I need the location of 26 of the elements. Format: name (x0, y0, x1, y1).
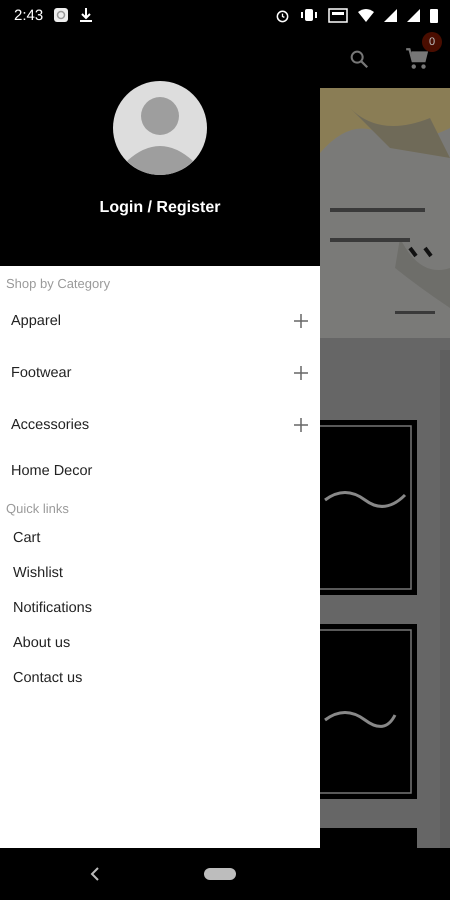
menu-item[interactable]: Wishlist (13, 564, 63, 580)
alarm-icon (275, 8, 290, 22)
battery-icon (430, 8, 438, 22)
menu-item[interactable]: Notifications (13, 600, 92, 616)
home-button[interactable] (204, 868, 236, 880)
signal-icon (384, 8, 397, 22)
search-icon[interactable] (348, 48, 370, 70)
plus-icon[interactable] (294, 366, 308, 380)
plus-icon[interactable] (294, 418, 308, 432)
section-title: Quick links (5, 500, 70, 518)
menu-item[interactable]: About us (13, 634, 70, 650)
menu-item[interactable]: Cart (13, 530, 40, 546)
data-saver-icon (328, 8, 348, 22)
download-icon (79, 7, 94, 23)
status-time: 2:43 (14, 6, 44, 24)
cart-count-badge: 0 (422, 32, 442, 52)
signal-icon (407, 8, 420, 22)
menu-item[interactable]: Footwear (11, 365, 72, 381)
notification-app-icon (53, 7, 70, 23)
back-icon[interactable] (90, 867, 100, 881)
vibrate-icon (300, 8, 318, 22)
menu-item[interactable]: Home Decor (11, 463, 92, 479)
menu-item[interactable]: Contact us (13, 670, 82, 686)
wifi-icon (358, 8, 374, 22)
cart-icon[interactable] (404, 46, 430, 72)
menu-item[interactable]: Accessories (11, 417, 90, 433)
